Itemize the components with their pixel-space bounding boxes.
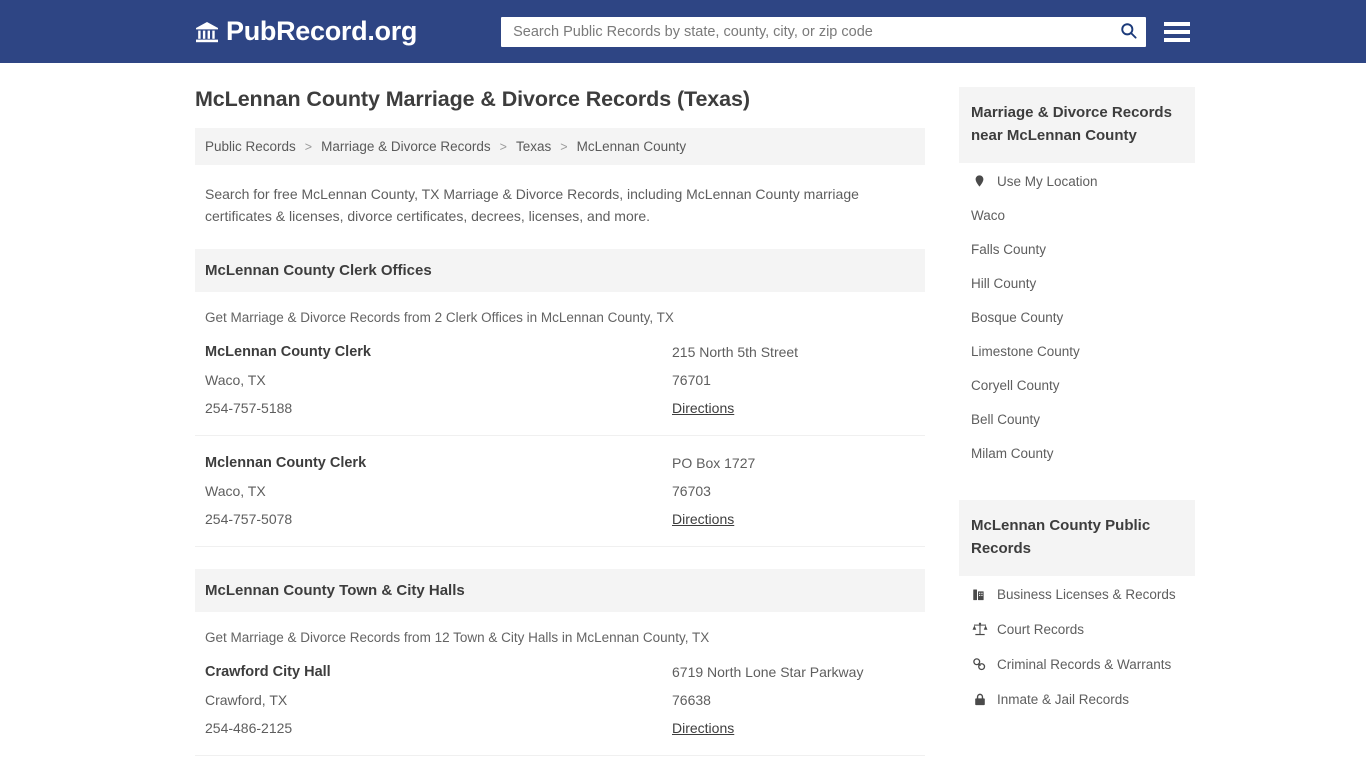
listing-zip: 76638 xyxy=(672,692,711,708)
sidebar-item-coryell-county[interactable]: Coryell County xyxy=(959,368,1195,402)
listing-left-column: Mclennan County Clerk Waco, TX 254-757-5… xyxy=(205,455,672,529)
handcuffs-icon xyxy=(971,656,988,672)
section-subheading-town-city-halls: Get Marriage & Divorce Records from 12 T… xyxy=(205,630,710,645)
listing-name: Mclennan County Clerk xyxy=(205,455,367,471)
page-body: McLennan County Marriage & Divorce Recor… xyxy=(0,63,1366,768)
sidebar-heading-nearby-records: Marriage & Divorce Records near McLennan… xyxy=(959,87,1195,163)
business-building-icon xyxy=(971,586,988,602)
sidebar-item-label: Waco xyxy=(971,208,1006,223)
sidebar-item-label: Use My Location xyxy=(997,173,1098,189)
site-logo[interactable]: PubRecord.org xyxy=(195,16,417,47)
sidebar-item-label: Business Licenses & Records xyxy=(997,586,1176,602)
breadcrumb-separator-icon: > xyxy=(499,139,507,154)
sidebar-item-label: Inmate & Jail Records xyxy=(997,691,1130,707)
listing-row: Crawford City Hall Crawford, TX 254-486-… xyxy=(195,645,925,756)
hamburger-bar xyxy=(1164,29,1191,34)
sidebar: Marriage & Divorce Records near McLennan… xyxy=(959,63,1195,768)
listing-directions-link[interactable]: Directions xyxy=(672,400,734,416)
section-heading-clerk-offices: McLennan County Clerk Offices xyxy=(195,249,925,292)
listing-address: PO Box 1727 xyxy=(672,455,756,471)
sidebar-item-label: Criminal Records & Warrants xyxy=(997,656,1172,672)
sidebar-item-court-records[interactable]: Court Records xyxy=(959,611,1195,646)
sidebar-item-label: Milam County xyxy=(971,446,1054,461)
listing-city: Waco, TX xyxy=(205,372,266,388)
breadcrumb-item-texas[interactable]: Texas xyxy=(516,139,551,154)
sidebar-public-records-list: Business Licenses & Records Court Record… xyxy=(959,576,1195,716)
section-heading-town-city-halls: McLennan County Town & City Halls xyxy=(195,569,925,612)
listing-left-column: Crawford City Hall Crawford, TX 254-486-… xyxy=(205,664,672,738)
breadcrumb-item-mclennan-county[interactable]: McLennan County xyxy=(577,139,687,154)
listing-phone: 254-757-5078 xyxy=(205,511,293,527)
listing-zip: 76703 xyxy=(672,483,711,499)
intro-text: Search for free McLennan County, TX Marr… xyxy=(205,186,859,224)
listing-directions-link[interactable]: Directions xyxy=(672,720,734,736)
sidebar-item-waco[interactable]: Waco xyxy=(959,198,1195,232)
listing-row: McLennan County Clerk Waco, TX 254-757-5… xyxy=(195,325,925,436)
hamburger-menu-icon[interactable] xyxy=(1164,21,1191,42)
sidebar-item-criminal-records[interactable]: Criminal Records & Warrants xyxy=(959,646,1195,681)
breadcrumb-separator-icon: > xyxy=(560,139,568,154)
sidebar-item-limestone-county[interactable]: Limestone County xyxy=(959,334,1195,368)
sidebar-item-bosque-county[interactable]: Bosque County xyxy=(959,300,1195,334)
sidebar-item-label: Falls County xyxy=(971,242,1047,257)
sidebar-item-bell-county[interactable]: Bell County xyxy=(959,402,1195,436)
main-content: McLennan County Marriage & Divorce Recor… xyxy=(195,63,925,768)
listing-right-column: 6719 North Lone Star Parkway 76638 Direc… xyxy=(672,664,915,738)
search-input[interactable] xyxy=(501,16,1111,47)
sidebar-heading-public-records: McLennan County Public Records xyxy=(959,500,1195,576)
listing-address: 215 North 5th Street xyxy=(672,344,799,360)
sidebar-item-label: Court Records xyxy=(997,621,1085,637)
sidebar-item-label: Bell County xyxy=(971,412,1041,427)
sidebar-nearby-list: Use My Location Waco Falls County Hill C… xyxy=(959,163,1195,470)
sidebar-item-label: Bosque County xyxy=(971,310,1064,325)
breadcrumb-item-marriage-divorce-records[interactable]: Marriage & Divorce Records xyxy=(321,139,491,154)
search-icon xyxy=(1119,21,1138,43)
breadcrumb-separator-icon: > xyxy=(304,139,313,154)
listing-row: Mclennan County Clerk Waco, TX 254-757-5… xyxy=(195,436,925,547)
listing-city: Waco, TX xyxy=(205,483,266,499)
sidebar-item-falls-county[interactable]: Falls County xyxy=(959,232,1195,266)
page-title: McLennan County Marriage & Divorce Recor… xyxy=(195,87,750,111)
sidebar-item-milam-county[interactable]: Milam County xyxy=(959,436,1195,470)
listing-zip: 76701 xyxy=(672,372,711,388)
sidebar-item-business-licenses[interactable]: Business Licenses & Records xyxy=(959,576,1195,611)
site-header: PubRecord.org xyxy=(0,0,1366,63)
section-subheading-clerk-offices: Get Marriage & Divorce Records from 2 Cl… xyxy=(205,310,674,325)
listing-city: Crawford, TX xyxy=(205,692,288,708)
sidebar-item-label: Limestone County xyxy=(971,344,1080,359)
search-bar[interactable] xyxy=(501,16,1147,47)
breadcrumb: Public Records > Marriage & Divorce Reco… xyxy=(195,128,925,165)
sidebar-item-hill-county[interactable]: Hill County xyxy=(959,266,1195,300)
sidebar-item-use-my-location[interactable]: Use My Location xyxy=(959,163,1195,198)
sidebar-item-label: Coryell County xyxy=(971,378,1060,393)
scales-of-justice-icon xyxy=(971,621,988,637)
listing-phone: 254-486-2125 xyxy=(205,720,293,736)
listing-name: Crawford City Hall xyxy=(205,664,331,680)
map-pin-icon xyxy=(971,173,988,189)
listing-directions-link[interactable]: Directions xyxy=(672,511,734,527)
listing-address: 6719 North Lone Star Parkway xyxy=(672,664,864,680)
hamburger-bar xyxy=(1164,21,1191,26)
listing-right-column: PO Box 1727 76703 Directions xyxy=(672,455,915,529)
search-button[interactable] xyxy=(1110,17,1146,47)
listing-left-column: McLennan County Clerk Waco, TX 254-757-5… xyxy=(205,344,672,418)
hamburger-bar xyxy=(1164,37,1191,42)
listing-phone: 254-757-5188 xyxy=(205,400,293,416)
bank-building-icon xyxy=(195,20,219,44)
padlock-icon xyxy=(971,691,988,707)
site-logo-text: PubRecord.org xyxy=(226,16,418,46)
sidebar-item-label: Hill County xyxy=(971,276,1037,291)
sidebar-item-inmate-jail-records[interactable]: Inmate & Jail Records xyxy=(959,681,1195,716)
listing-right-column: 215 North 5th Street 76701 Directions xyxy=(672,344,915,418)
listing-row: Eddy City Hall Bruceville-Eddy, TX 254-8… xyxy=(195,756,925,768)
breadcrumb-item-public-records[interactable]: Public Records xyxy=(205,139,296,154)
listing-name: McLennan County Clerk xyxy=(205,344,371,360)
